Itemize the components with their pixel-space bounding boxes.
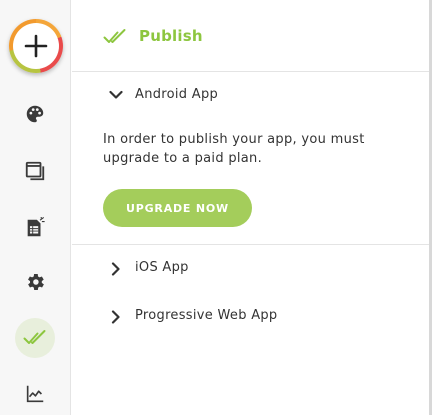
sidebar-item-design[interactable]	[15, 94, 55, 134]
upgrade-now-button[interactable]: UPGRADE NOW	[103, 189, 252, 227]
pages-icon	[25, 161, 45, 181]
sidebar-item-publish[interactable]	[15, 318, 55, 358]
add-button[interactable]	[9, 19, 63, 73]
upgrade-message: In order to publish your app, you must u…	[103, 132, 365, 166]
chevron-down-icon	[109, 90, 123, 99]
app-window: Publish Android App In order to publish …	[0, 0, 435, 415]
section-android-app[interactable]: Android App	[72, 76, 432, 116]
double-check-icon	[103, 29, 126, 43]
panel-header: Publish	[72, 0, 432, 72]
add-button-inner	[13, 23, 59, 69]
section-ios-app[interactable]: iOS App	[72, 249, 432, 289]
panel-edge	[429, 0, 432, 415]
data-sheet-icon	[27, 217, 45, 237]
publish-check-icon	[23, 330, 46, 344]
sidebar-item-data[interactable]	[15, 208, 55, 248]
section-label: iOS App	[135, 260, 189, 275]
chevron-right-icon	[111, 310, 120, 324]
plus-icon	[24, 34, 48, 58]
sidebar-item-analytics[interactable]	[15, 374, 55, 414]
gear-icon	[28, 274, 44, 290]
section-divider	[72, 244, 432, 245]
sidebar-item-pages[interactable]	[15, 151, 55, 191]
analytics-icon	[26, 385, 44, 403]
section-label: Android App	[135, 87, 219, 102]
page-title: Publish	[139, 27, 203, 45]
section-label: Progressive Web App	[135, 308, 278, 323]
section-progressive-web-app[interactable]: Progressive Web App	[72, 297, 432, 337]
sidebar-item-settings[interactable]	[15, 262, 55, 302]
chevron-right-icon	[111, 262, 120, 276]
palette-icon	[26, 105, 44, 123]
publish-panel: Publish Android App In order to publish …	[72, 0, 432, 415]
sidebar	[0, 0, 71, 415]
